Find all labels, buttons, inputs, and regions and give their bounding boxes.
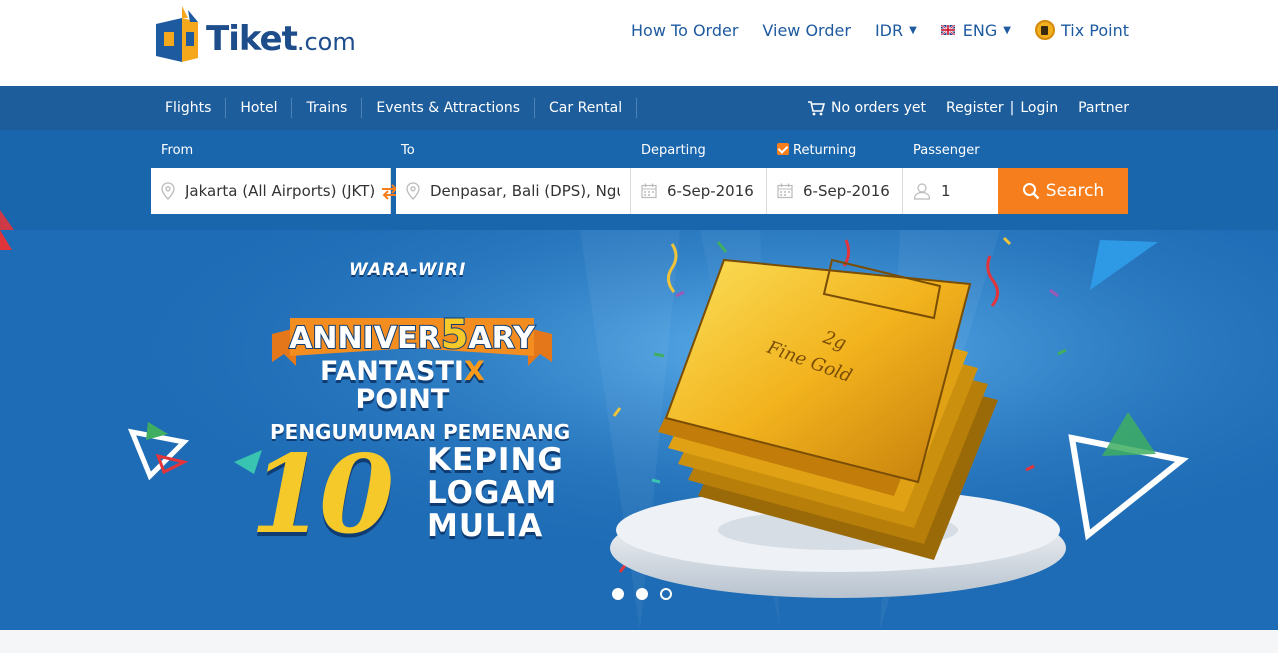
carousel-dot-2[interactable] bbox=[636, 588, 648, 600]
nav-separator: | bbox=[1009, 100, 1015, 116]
passenger-field[interactable]: 1 bbox=[903, 168, 998, 214]
account-nav: No orders yet Register | Login Partner bbox=[787, 86, 1129, 130]
caret-down-icon: ▼ bbox=[1003, 24, 1011, 36]
tix-point-label: Tix Point bbox=[1060, 20, 1129, 40]
logo-text: Tiket bbox=[206, 19, 298, 59]
tix-coin-icon bbox=[1034, 20, 1055, 40]
passenger-label: Passenger bbox=[913, 143, 980, 158]
promo-point: POINT bbox=[355, 384, 450, 415]
currency-dropdown[interactable]: IDR ▼ bbox=[875, 21, 917, 40]
search-button-label: Search bbox=[1045, 181, 1105, 201]
to-label: To bbox=[401, 143, 415, 158]
person-icon bbox=[913, 182, 931, 200]
fantastix-part-2: TI bbox=[435, 356, 464, 387]
returning-checkbox[interactable] bbox=[777, 143, 789, 155]
passenger-value: 1 bbox=[941, 182, 951, 200]
from-label: From bbox=[161, 143, 194, 158]
top-header: Tiket.com How To Order View Order IDR ▼ … bbox=[0, 0, 1278, 86]
caret-down-icon: ▼ bbox=[909, 24, 917, 36]
page-content-start bbox=[0, 630, 1278, 653]
logo-icon bbox=[156, 6, 198, 62]
prize-word-1: KEPING bbox=[427, 442, 564, 478]
returning-value: 6-Sep-2016 bbox=[803, 182, 890, 200]
departing-value: 6-Sep-2016 bbox=[667, 182, 754, 200]
departing-label: Departing bbox=[641, 143, 706, 158]
search-icon bbox=[1022, 183, 1040, 200]
nav-car-rental[interactable]: Car Rental bbox=[535, 98, 638, 118]
promo-fantastix: FANTASTIX POINT bbox=[320, 358, 485, 414]
top-nav: How To Order View Order IDR ▼ ENG ▼ Tix … bbox=[607, 20, 1129, 40]
carousel-dot-3[interactable] bbox=[660, 588, 672, 600]
carousel-dot-1[interactable] bbox=[612, 588, 624, 600]
returning-toggle[interactable]: Returning bbox=[777, 143, 856, 158]
login-link[interactable]: Login bbox=[1020, 100, 1058, 116]
departing-date-field[interactable]: 6-Sep-2016 bbox=[631, 168, 767, 214]
product-nav: Flights Hotel Trains Events & Attraction… bbox=[151, 86, 638, 130]
currency-label: IDR bbox=[874, 20, 904, 40]
to-value: Denpasar, Bali (DPS), Ngurah Rai bbox=[430, 182, 620, 200]
prize-word-3: MULIA bbox=[427, 508, 544, 544]
to-field[interactable]: Denpasar, Bali (DPS), Ngurah Rai bbox=[396, 168, 631, 214]
anniv-text-post: ARY bbox=[468, 321, 536, 356]
cart-link[interactable]: No orders yet bbox=[807, 100, 926, 116]
calendar-icon bbox=[641, 183, 657, 199]
calendar-icon bbox=[777, 183, 793, 199]
from-field[interactable]: Jakarta (All Airports) (JKT), Jakarta bbox=[151, 168, 391, 214]
logo-suffix: .com bbox=[296, 28, 356, 56]
returning-date-field[interactable]: 6-Sep-2016 bbox=[767, 168, 903, 214]
partner-link[interactable]: Partner bbox=[1078, 100, 1129, 116]
promo-prize: KEPING LOGAM MULIA bbox=[427, 444, 564, 543]
tix-point-link[interactable]: Tix Point bbox=[1034, 20, 1129, 40]
nav-hotel[interactable]: Hotel bbox=[226, 98, 293, 118]
gold-bars-illustration: 2g Fine Gold bbox=[610, 258, 1066, 598]
language-label: ENG bbox=[962, 20, 998, 40]
nav-flights[interactable]: Flights bbox=[151, 98, 227, 118]
anniv-text-pre: ANNIVER bbox=[289, 321, 440, 356]
cart-status: No orders yet bbox=[831, 100, 926, 116]
uk-flag-icon bbox=[940, 25, 955, 35]
how-to-order-link[interactable]: How To Order bbox=[631, 21, 738, 40]
prize-word-2: LOGAM bbox=[427, 475, 558, 511]
view-order-link[interactable]: View Order bbox=[762, 21, 851, 40]
from-value: Jakarta (All Airports) (JKT), Jakarta bbox=[185, 182, 375, 200]
anniv-number: 5 bbox=[441, 312, 469, 358]
location-pin-icon bbox=[406, 182, 420, 200]
tiket-logo[interactable]: Tiket.com bbox=[154, 6, 356, 64]
nav-events-attractions[interactable]: Events & Attractions bbox=[362, 98, 536, 118]
nav-trains[interactable]: Trains bbox=[292, 98, 363, 118]
returning-label: Returning bbox=[793, 143, 857, 158]
location-pin-icon bbox=[161, 182, 175, 200]
fantastix-part-1: FANTAS bbox=[320, 356, 436, 387]
register-link[interactable]: Register bbox=[946, 100, 1004, 116]
language-dropdown[interactable]: ENG ▼ bbox=[940, 20, 1011, 40]
fantastix-x: X bbox=[463, 356, 485, 387]
promo-banner[interactable]: 2g Fine Gold WARA-WIRI ANNIVER5ARY FANTA… bbox=[0, 230, 1278, 630]
cart-icon bbox=[808, 101, 826, 116]
promo-wara-wiri: WARA-WIRI bbox=[349, 260, 467, 280]
promo-number: 10 bbox=[250, 432, 394, 558]
search-button[interactable]: Search bbox=[998, 168, 1128, 214]
main-nav: Flights Hotel Trains Events & Attraction… bbox=[0, 86, 1278, 130]
carousel-indicators bbox=[612, 588, 672, 600]
